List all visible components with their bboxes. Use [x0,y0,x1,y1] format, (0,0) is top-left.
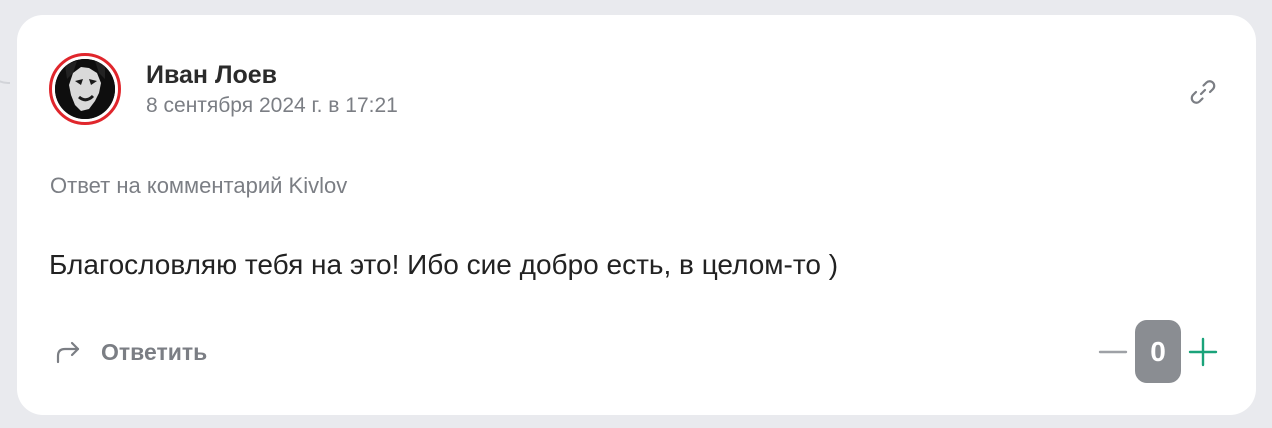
comment-timestamp: 8 сентября 2024 г. в 17:21 [146,93,398,117]
plus-icon[interactable] [1188,337,1218,367]
link-icon[interactable] [1188,77,1218,107]
reply-to-label[interactable]: Ответ на комментарий Kivlov [50,173,347,199]
avatar-image [55,59,115,119]
decorative-thread-line [0,44,10,84]
comment-header: Иван Лоев 8 сентября 2024 г. в 17:21 [49,53,398,125]
author-name[interactable]: Иван Лоев [146,60,398,90]
reply-button[interactable]: Ответить [53,337,207,367]
reply-arrow-icon [53,337,83,367]
avatar[interactable] [49,53,121,125]
vote-score: 0 [1135,320,1181,383]
comment-card: Иван Лоев 8 сентября 2024 г. в 17:21 Отв… [17,15,1256,415]
page: Иван Лоев 8 сентября 2024 г. в 17:21 Отв… [0,0,1272,428]
vote-control: 0 [1098,320,1218,383]
minus-icon[interactable] [1098,337,1128,367]
author-block: Иван Лоев 8 сентября 2024 г. в 17:21 [146,60,398,119]
reply-button-label: Ответить [101,338,208,365]
comment-text: Благословляю тебя на это! Ибо сие добро … [49,249,839,280]
